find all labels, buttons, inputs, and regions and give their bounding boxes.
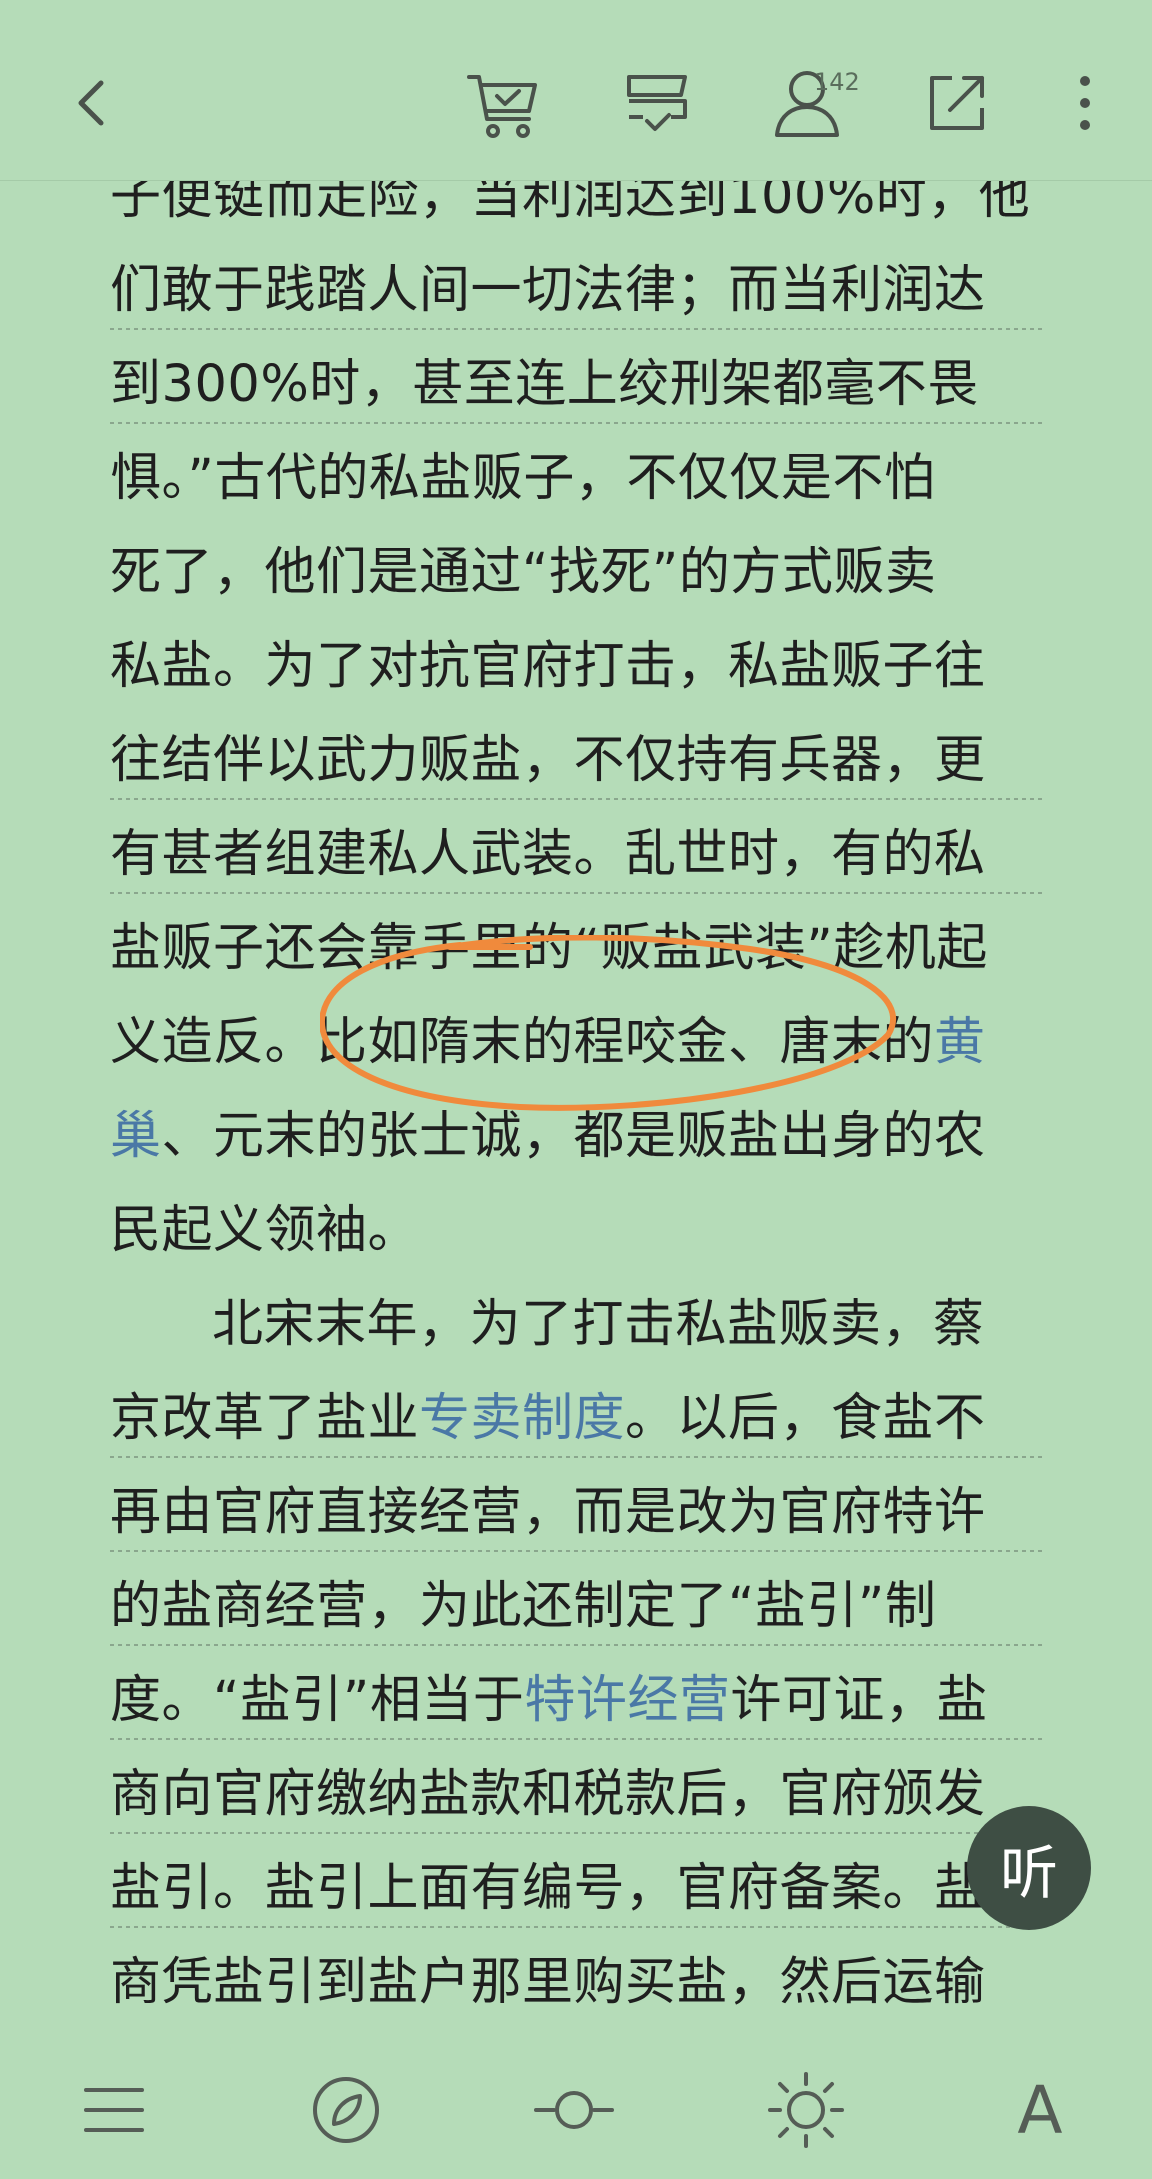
more-button[interactable]	[1030, 48, 1140, 158]
text-line: 民起义领袖。	[110, 1201, 420, 1260]
chevron-left-icon	[78, 80, 104, 126]
text-line: 北宋末年，为了打击私盐贩卖，蔡	[212, 1295, 985, 1354]
article-text: 子便铤而走险，当利润达到100%时，他 们敢于践踏人间一切法律；而当利润达 到3…	[110, 150, 1045, 2030]
text-line: 义造反。比如隋末的程咬金、唐末的黄	[110, 996, 1045, 1090]
link-huangchao-cont[interactable]: 巢	[110, 1107, 162, 1166]
text-line: 度。“盐引”相当于特许经营许可证，盐	[110, 1654, 1045, 1748]
text-line: 商凭盐引到盐户那里购买盐，然后运输	[110, 1953, 986, 2012]
font-settings-button[interactable]: A	[990, 2060, 1090, 2160]
brightness-icon	[768, 2072, 844, 2148]
link-franchise[interactable]: 特许经营	[524, 1671, 730, 1730]
text-line: 私盐。为了对抗官府打击，私盐贩子往	[110, 637, 986, 696]
text-span: 、元末的张士诚，都是贩盐出身的农	[161, 1107, 986, 1166]
listen-button-label: 听	[999, 1839, 1058, 1907]
link-monopoly-system[interactable]: 专卖制度	[419, 1389, 625, 1448]
compass-icon	[313, 2077, 379, 2143]
text-line: 往结伴以武力贩盐，不仅持有兵器，更	[110, 714, 1045, 808]
share-out-icon	[930, 76, 984, 130]
text-line: 盐引。盐引上面有编号，官府备案。盐	[110, 1842, 1045, 1936]
text-line: 有甚者组建私人武装。乱世时，有的私	[110, 808, 1045, 902]
menu-button[interactable]	[64, 2060, 164, 2160]
user-button[interactable]: 142	[752, 48, 862, 158]
compass-button[interactable]	[296, 2060, 396, 2160]
bookshelf-check-icon	[627, 75, 687, 131]
text-span: 许可证，盐	[730, 1671, 988, 1730]
text-line: 再由官府直接经营，而是改为官府特许	[110, 1466, 1045, 1560]
text-span: 义造反。比如隋末的程咬金、唐末的	[110, 1013, 935, 1072]
user-count-badge: 142	[814, 68, 860, 96]
bookshelf-button[interactable]	[602, 48, 712, 158]
cart-check-icon	[467, 75, 537, 138]
text-line: 到300%时，甚至连上绞刑架都毫不畏	[110, 338, 1045, 432]
text-line: 商向官府缴纳盐款和税款后，官府颁发	[110, 1748, 1045, 1842]
text-line: 死了，他们是通过“找死”的方式贩卖	[110, 543, 937, 602]
text-span: 。以后，食盐不	[625, 1389, 986, 1448]
top-toolbar: 142	[0, 0, 1152, 181]
listen-button[interactable]: 听	[967, 1806, 1091, 1930]
more-vertical-icon	[1080, 76, 1090, 130]
brightness-button[interactable]	[756, 2060, 856, 2160]
text-line: 的盐商经营，为此还制定了“盐引”制	[110, 1560, 1045, 1654]
share-button[interactable]	[902, 48, 1012, 158]
progress-button[interactable]	[524, 2060, 624, 2160]
font-settings-label: A	[1017, 2071, 1063, 2149]
text-span: 京改革了盐业	[110, 1389, 420, 1448]
link-huangchao[interactable]: 黄	[934, 1013, 986, 1072]
bottom-toolbar: A	[0, 2020, 1152, 2179]
text-line: 盐贩子还会靠手里的“贩盐武装”趁机起	[110, 919, 988, 978]
progress-icon	[534, 2091, 614, 2129]
text-line: 们敢于践踏人间一切法律；而当利润达	[110, 244, 1045, 338]
text-line: 京改革了盐业专卖制度。以后，食盐不	[110, 1372, 1045, 1466]
cart-button[interactable]	[448, 48, 558, 158]
menu-icon	[84, 2088, 144, 2132]
text-span: 度。“盐引”相当于	[110, 1671, 525, 1730]
text-line: 巢、元末的张士诚，都是贩盐出身的农	[110, 1090, 1045, 1184]
text-line: 惧。”古代的私盐贩子，不仅仅是不怕	[110, 449, 936, 508]
back-button[interactable]	[38, 48, 148, 158]
